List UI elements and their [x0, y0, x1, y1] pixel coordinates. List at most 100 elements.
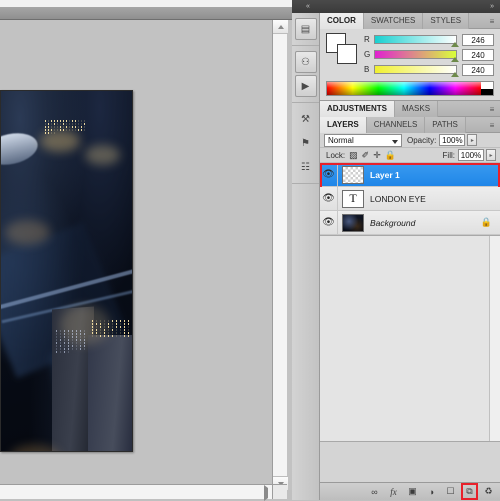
slider-knob-b[interactable]: [451, 72, 459, 77]
new-group-button[interactable]: ☐: [444, 485, 457, 498]
lock-label: Lock:: [326, 151, 345, 160]
blend-mode-value: Normal: [328, 136, 354, 145]
tab-layers[interactable]: LAYERS: [320, 117, 367, 133]
layer-thumbnail[interactable]: [342, 166, 364, 184]
new-layer-button[interactable]: ⧉: [463, 485, 476, 498]
options-bar: [0, 7, 292, 20]
color-ramp-spectrum[interactable]: [327, 82, 481, 95]
photo-window-lights-a: [45, 120, 86, 134]
channel-slider-b[interactable]: [374, 65, 457, 74]
tab-paths[interactable]: PATHS: [425, 117, 465, 133]
tab-adjustments[interactable]: ADJUSTMENTS: [320, 101, 395, 117]
delete-layer-button[interactable]: ♻: [482, 485, 495, 498]
color-ramp[interactable]: [326, 81, 494, 96]
channel-value-r[interactable]: 246: [462, 34, 494, 46]
tab-channels[interactable]: CHANNELS: [367, 117, 426, 133]
channel-slider-g[interactable]: [374, 50, 457, 59]
adjustments-glyph: ⚒: [301, 114, 310, 125]
slider-knob-r[interactable]: [451, 42, 459, 47]
layer-row-background[interactable]: 👁 Background 🔒: [320, 211, 500, 235]
blend-mode-select[interactable]: Normal: [324, 134, 402, 147]
layer-thumbnail[interactable]: [342, 214, 364, 232]
collapsed-panel-dock[interactable]: ▤ ⚇ ▶ ⚒ ⚑ ☷: [292, 13, 320, 500]
canvas-vertical-scrollbar[interactable]: [272, 20, 287, 490]
masks-icon[interactable]: ⚑: [295, 132, 317, 154]
canvas-horizontal-scrollbar[interactable]: [0, 484, 272, 499]
canvas-area[interactable]: [0, 20, 292, 490]
link-layers-button[interactable]: ∞: [368, 485, 381, 498]
actions-icon[interactable]: ▶: [295, 75, 317, 97]
lock-all-icon[interactable]: 🔒: [385, 150, 396, 161]
layer-list-scrollbar[interactable]: [489, 236, 500, 441]
collapse-left-icon[interactable]: «: [306, 3, 309, 10]
tab-color[interactable]: COLOR: [320, 13, 364, 29]
layer-thumbnail[interactable]: T: [342, 190, 364, 208]
background-color-swatch[interactable]: [337, 44, 357, 64]
arrow-right-icon: [264, 485, 271, 501]
new-fill-adjustment-button[interactable]: ◑: [425, 485, 438, 498]
layer-comps-icon[interactable]: ☷: [295, 156, 317, 178]
opacity-input[interactable]: 100%: [439, 134, 465, 146]
panel-stack: COLOR SWATCHES STYLES ≡ R 246 G 240 B 24…: [320, 13, 500, 500]
adjustments-icon[interactable]: ⚒: [295, 108, 317, 130]
layers-panel-toolbar[interactable]: ∞ fx ▣ ◑ ☐ ⧉ ♻: [320, 482, 500, 500]
channel-label-r: R: [362, 35, 374, 44]
layers-panel-menu-icon[interactable]: ≡: [486, 120, 498, 130]
tab-styles[interactable]: STYLES: [423, 13, 469, 29]
opacity-label: Opacity:: [407, 136, 436, 145]
fill-stepper[interactable]: ▸: [486, 149, 496, 161]
lock-buttons[interactable]: ▨ ✐ ✛ 🔒: [349, 150, 396, 161]
dock-group-3: ⚒ ⚑ ☷: [292, 103, 319, 184]
color-ramp-white-black[interactable]: [481, 82, 493, 95]
layer-row-london-eye[interactable]: 👁 T LONDON EYE: [320, 187, 500, 211]
slider-knob-g[interactable]: [451, 57, 459, 62]
arrow-up-icon: [278, 25, 284, 29]
document-image[interactable]: [0, 90, 133, 452]
photo-window-lights-b: [92, 320, 131, 337]
add-layer-mask-button[interactable]: ▣: [406, 485, 419, 498]
opacity-stepper[interactable]: ▸: [467, 134, 477, 146]
layer-row-layer-1[interactable]: 👁 Layer 1: [320, 163, 500, 187]
channel-label-b: B: [362, 65, 374, 74]
channel-label-g: G: [362, 50, 374, 59]
color-swatches[interactable]: [326, 33, 356, 63]
lock-position-icon[interactable]: ✛: [373, 150, 381, 161]
history-icon[interactable]: ⚇: [295, 51, 317, 73]
layer-name[interactable]: Layer 1: [370, 170, 500, 180]
actions-glyph: ▶: [302, 81, 310, 92]
layer-visibility-toggle[interactable]: 👁: [320, 187, 338, 210]
color-panel-menu-icon[interactable]: ≡: [486, 16, 498, 26]
scroll-up-button[interactable]: [273, 20, 288, 34]
fill-input[interactable]: 100%: [458, 149, 484, 161]
channel-slider-r[interactable]: [374, 35, 457, 44]
color-row-g: G 240: [362, 48, 494, 61]
photo-window-lights-c: [56, 330, 87, 353]
color-row-b: B 240: [362, 63, 494, 76]
mini-bridge-icon[interactable]: ▤: [295, 18, 317, 40]
tab-masks[interactable]: MASKS: [395, 101, 438, 117]
layer-visibility-toggle[interactable]: 👁: [320, 211, 338, 234]
dock-header[interactable]: « »: [292, 0, 500, 13]
chevron-down-icon[interactable]: [392, 140, 398, 144]
fill-label: Fill:: [443, 151, 455, 160]
layer-list-empty-area[interactable]: [320, 236, 500, 442]
masks-glyph: ⚑: [301, 138, 310, 149]
adjustments-panel-tabs[interactable]: ADJUSTMENTS MASKS ≡: [320, 101, 500, 117]
layer-visibility-toggle[interactable]: 👁: [320, 163, 338, 186]
adjustments-panel-menu-icon[interactable]: ≡: [486, 104, 498, 114]
channel-value-g[interactable]: 240: [462, 49, 494, 61]
scroll-right-button[interactable]: [264, 488, 271, 498]
ramp-black-swatch[interactable]: [481, 89, 493, 96]
layer-style-button[interactable]: fx: [387, 485, 400, 498]
channel-value-b[interactable]: 240: [462, 64, 494, 76]
lock-image-pixels-icon[interactable]: ✐: [362, 150, 370, 161]
lock-fill-row: Lock: ▨ ✐ ✛ 🔒 Fill: 100% ▸: [320, 148, 500, 163]
color-panel-tabs[interactable]: COLOR SWATCHES STYLES ≡: [320, 13, 500, 29]
layer-name[interactable]: LONDON EYE: [370, 194, 500, 204]
layer-list[interactable]: 👁 Layer 1 👁 T LONDON EYE 👁 Background 🔒: [320, 163, 500, 236]
lock-transparent-pixels-icon[interactable]: ▨: [349, 150, 358, 161]
collapse-right-icon[interactable]: »: [490, 3, 493, 10]
layers-panel-tabs[interactable]: LAYERS CHANNELS PATHS ≡: [320, 117, 500, 133]
tab-swatches[interactable]: SWATCHES: [364, 13, 423, 29]
layer-name[interactable]: Background: [370, 218, 481, 228]
